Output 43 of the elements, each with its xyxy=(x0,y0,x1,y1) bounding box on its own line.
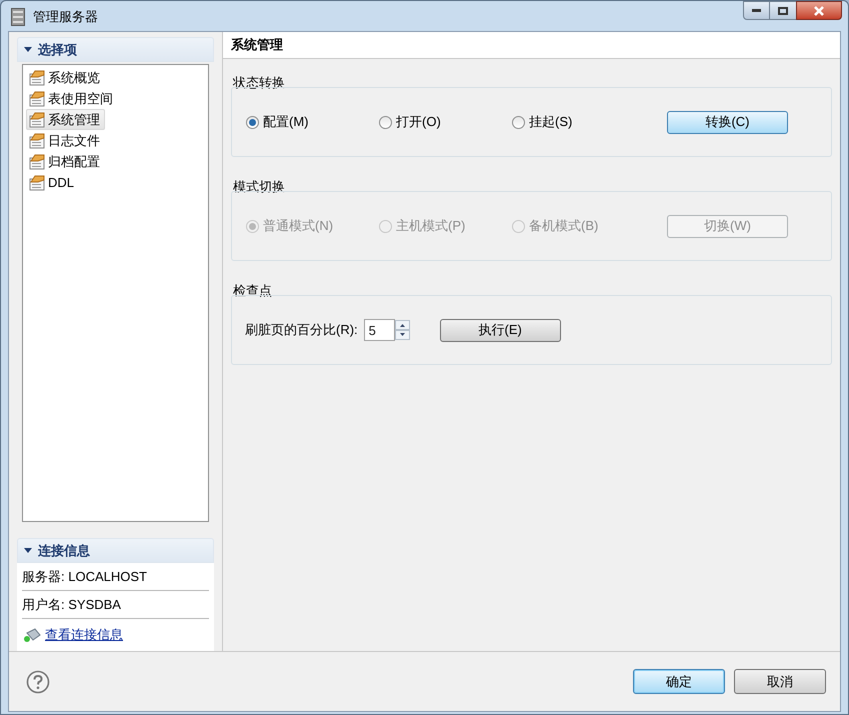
minimize-button[interactable] xyxy=(743,1,770,20)
list-item[interactable]: 日志文件 xyxy=(26,130,105,151)
radio-label: 打开(O) xyxy=(396,113,441,132)
list-item[interactable]: 归档配置 xyxy=(26,151,105,172)
caret-icon xyxy=(24,47,32,52)
plug-icon xyxy=(23,627,41,643)
radio-label: 主机模式(P) xyxy=(396,217,466,236)
section-header[interactable]: 选择项 xyxy=(17,37,214,62)
folder-icon xyxy=(29,90,46,106)
folder-icon xyxy=(29,174,46,190)
radio-label: 备机模式(B) xyxy=(529,217,598,236)
caret-icon xyxy=(24,548,32,553)
radio-button[interactable] xyxy=(379,116,392,128)
list-item[interactable]: DDL xyxy=(26,172,80,193)
folder-icon xyxy=(29,154,46,170)
radio-button[interactable] xyxy=(512,116,525,128)
folder-icon xyxy=(29,132,46,148)
close-button[interactable] xyxy=(796,1,842,20)
radio-label: 普通模式(N) xyxy=(263,217,334,236)
field-label: 刷脏页的百分比(R): xyxy=(245,321,358,340)
help-icon[interactable] xyxy=(26,670,50,694)
panel-title: 系统管理 xyxy=(231,36,283,54)
list-item[interactable]: 表使用空间 xyxy=(26,88,118,109)
window-title: 管理服务器 xyxy=(33,8,98,26)
list-item[interactable]: 系统概览 xyxy=(26,67,105,88)
folder-icon xyxy=(29,70,46,86)
server-icon xyxy=(11,8,25,26)
close-icon xyxy=(813,6,825,16)
folder-icon xyxy=(29,112,46,128)
info-text: 用户名: SYSDBA xyxy=(22,596,121,614)
radio-button[interactable] xyxy=(246,116,259,128)
section-header[interactable]: 连接信息 xyxy=(17,538,214,563)
list-item[interactable]: 系统管理 xyxy=(26,109,105,130)
info-text: 服务器: LOCALHOST xyxy=(22,568,147,586)
connection-info-link[interactable]: 查看连接信息 xyxy=(45,625,123,645)
radio-label: 挂起(S) xyxy=(529,113,572,132)
maximize-button[interactable] xyxy=(770,1,796,20)
spinner-field[interactable]: 5 xyxy=(364,319,395,341)
dialog-button[interactable]: 确定 xyxy=(633,669,725,694)
action-button[interactable]: 执行(E) xyxy=(440,318,561,342)
action-button[interactable]: 转换(C) xyxy=(667,110,788,134)
radio-label: 配置(M) xyxy=(263,113,308,132)
dialog-button[interactable]: 取消 xyxy=(734,669,826,694)
